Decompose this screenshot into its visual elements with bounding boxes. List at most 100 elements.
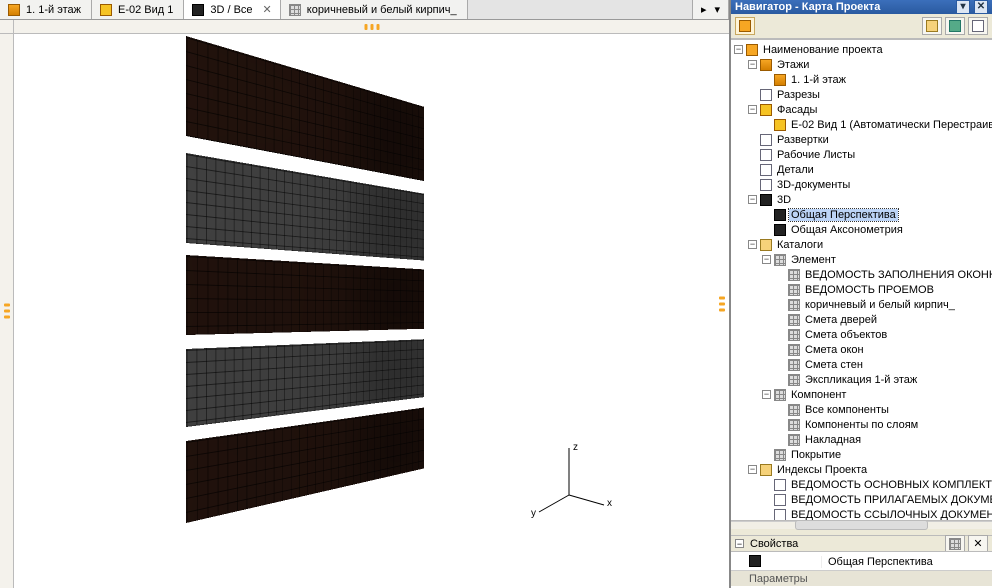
ic-grid-icon (788, 344, 800, 356)
navigator-toolbar (731, 14, 992, 39)
tree-item[interactable]: Смета дверей (731, 312, 992, 327)
tab-overflow[interactable]: ▸ ▾ (692, 0, 729, 19)
tree-item[interactable]: коричневый и белый кирпич_ (731, 297, 992, 312)
book-icon (949, 20, 961, 32)
properties-body: Общая Перспектива Параметры (731, 551, 992, 588)
tree-item[interactable]: Смета окон (731, 342, 992, 357)
ic-doc-icon (774, 479, 786, 491)
tree-item[interactable]: −3D (731, 192, 992, 207)
ic-doc-icon (774, 509, 786, 521)
prop-icon (731, 555, 821, 570)
floor-icon (8, 4, 20, 16)
ic-grid-icon (788, 314, 800, 326)
tree-item[interactable]: ВЕДОМОСТЬ ССЫЛОЧНЫХ ДОКУМЕНТОВ (731, 507, 992, 521)
tab-3d[interactable]: 3D / Все ✕ (184, 0, 280, 19)
tree-item[interactable]: ВЕДОМОСТЬ ЗАПОЛНЕНИЯ ОКОННЫХ И ДВЕРНЫХ П… (731, 267, 992, 282)
ic-grid-icon (788, 284, 800, 296)
tree-label: Детали (775, 164, 816, 176)
dropdown-icon: ▾ (714, 3, 720, 16)
tree-label: Накладная (803, 434, 863, 446)
tree-label: Смета объектов (803, 329, 889, 341)
tree-item[interactable]: −Этажи (731, 57, 992, 72)
ic-grid-icon (788, 359, 800, 371)
ic-folder-icon (760, 239, 772, 251)
tree-item[interactable]: Смета стен (731, 357, 992, 372)
scene-3d (14, 34, 729, 588)
navigator-title-bar[interactable]: Навигатор - Карта Проекта ▾ ✕ (731, 0, 992, 14)
prop-name-value[interactable]: Общая Перспектива (821, 556, 992, 568)
project-map-button[interactable] (735, 17, 755, 35)
ic-elev-icon (760, 104, 772, 116)
tree-item[interactable]: Развертки (731, 132, 992, 147)
tree-item[interactable]: Е-02 Вид 1 (Автоматически Перестраиваема… (731, 117, 992, 132)
publisher-button[interactable] (968, 17, 988, 35)
tree-item[interactable]: Компоненты по слоям (731, 417, 992, 432)
tree-item[interactable]: Общая Аксонометрия (731, 222, 992, 237)
palette-close-icon[interactable]: ✕ (974, 0, 988, 14)
tree-item[interactable]: Экспликация 1-й этаж (731, 372, 992, 387)
ic-grid-icon (788, 419, 800, 431)
schedule-icon (289, 4, 301, 16)
wall-segment (186, 408, 424, 523)
tree-label: Все компоненты (803, 404, 891, 416)
tree-item[interactable]: −Компонент (731, 387, 992, 402)
tree-label: Фасады (775, 104, 819, 116)
tree-item[interactable]: ВЕДОМОСТЬ ОСНОВНЫХ КОМПЛЕКТОВ (731, 477, 992, 492)
palette-menu-icon[interactable]: ▾ (956, 0, 970, 14)
tree-item[interactable]: Рабочие Листы (731, 147, 992, 162)
tree-label: ВЕДОМОСТЬ ССЫЛОЧНЫХ ДОКУМЕНТОВ (789, 509, 992, 521)
tree-item[interactable]: −Фасады (731, 102, 992, 117)
svg-text:z: z (573, 442, 578, 453)
tree-item[interactable]: Покрытие (731, 447, 992, 462)
folder-icon (926, 20, 938, 32)
tree-item-selected[interactable]: Общая Перспектива (731, 207, 992, 222)
tab-floor[interactable]: 1. 1-й этаж (0, 0, 92, 19)
ic-grid-icon (788, 329, 800, 341)
tree-item[interactable]: Накладная (731, 432, 992, 447)
tree-label: Развертки (775, 134, 831, 146)
tree-item[interactable]: −Индексы Проекта (731, 462, 992, 477)
ic-doc-icon (760, 149, 772, 161)
tree-label: 3D (775, 194, 793, 206)
ruler-corner (0, 20, 14, 34)
tree-label: Рабочие Листы (775, 149, 857, 161)
expand-toggle-icon[interactable]: − (735, 539, 744, 548)
tree-label: ВЕДОМОСТЬ ОСНОВНЫХ КОМПЛЕКТОВ (789, 479, 992, 491)
view-map-button[interactable] (922, 17, 942, 35)
tree-item[interactable]: 1. 1-й этаж (731, 72, 992, 87)
ic-3d-icon (774, 224, 786, 236)
tree-item[interactable]: −Элемент (731, 252, 992, 267)
tree-label: Элемент (789, 254, 838, 266)
ic-doc-icon (760, 164, 772, 176)
tree-item[interactable]: ВЕДОМОСТЬ ПРИЛАГАЕМЫХ ДОКУМЕНТОВ (731, 492, 992, 507)
tree-item[interactable]: Все компоненты (731, 402, 992, 417)
navigator-tree[interactable]: −Наименование проекта−Этажи1. 1-й этажРа… (731, 39, 992, 521)
tab-schedule[interactable]: коричневый и белый кирпич_ (281, 0, 468, 19)
ruler-horizontal (14, 20, 729, 34)
chevron-right-icon: ▸ (701, 3, 707, 16)
ic-3d-icon (760, 194, 772, 206)
viewport-3d[interactable]: x y z (0, 20, 729, 588)
tree-item[interactable]: Детали (731, 162, 992, 177)
properties-settings-button[interactable] (945, 535, 965, 553)
tree-item[interactable]: −Каталоги (731, 237, 992, 252)
ic-grid-icon (774, 449, 786, 461)
properties-header[interactable]: − Свойства ✕ (731, 535, 992, 551)
tree-item[interactable]: ВЕДОМОСТЬ ПРОЕМОВ (731, 282, 992, 297)
tree-item[interactable]: Смета объектов (731, 327, 992, 342)
tree-label: Смета дверей (803, 314, 879, 326)
tab-elevation[interactable]: Е-02 Вид 1 (92, 0, 184, 19)
ic-doc-icon (760, 179, 772, 191)
tree-item[interactable]: 3D-документы (731, 177, 992, 192)
tree-item[interactable]: Разрезы (731, 87, 992, 102)
properties-close-button[interactable]: ✕ (968, 535, 988, 553)
tree-root[interactable]: −Наименование проекта (731, 42, 992, 57)
properties-section[interactable]: Параметры (731, 570, 992, 586)
layout-book-button[interactable] (945, 17, 965, 35)
tree-label: Общая Аксонометрия (789, 224, 905, 236)
ic-floor-icon (760, 59, 772, 71)
tree-label: Индексы Проекта (775, 464, 869, 476)
tree-label: ВЕДОМОСТЬ ПРИЛАГАЕМЫХ ДОКУМЕНТОВ (789, 494, 992, 506)
tree-scrollbar[interactable] (731, 521, 992, 529)
tab-close-icon[interactable]: ✕ (263, 3, 272, 16)
